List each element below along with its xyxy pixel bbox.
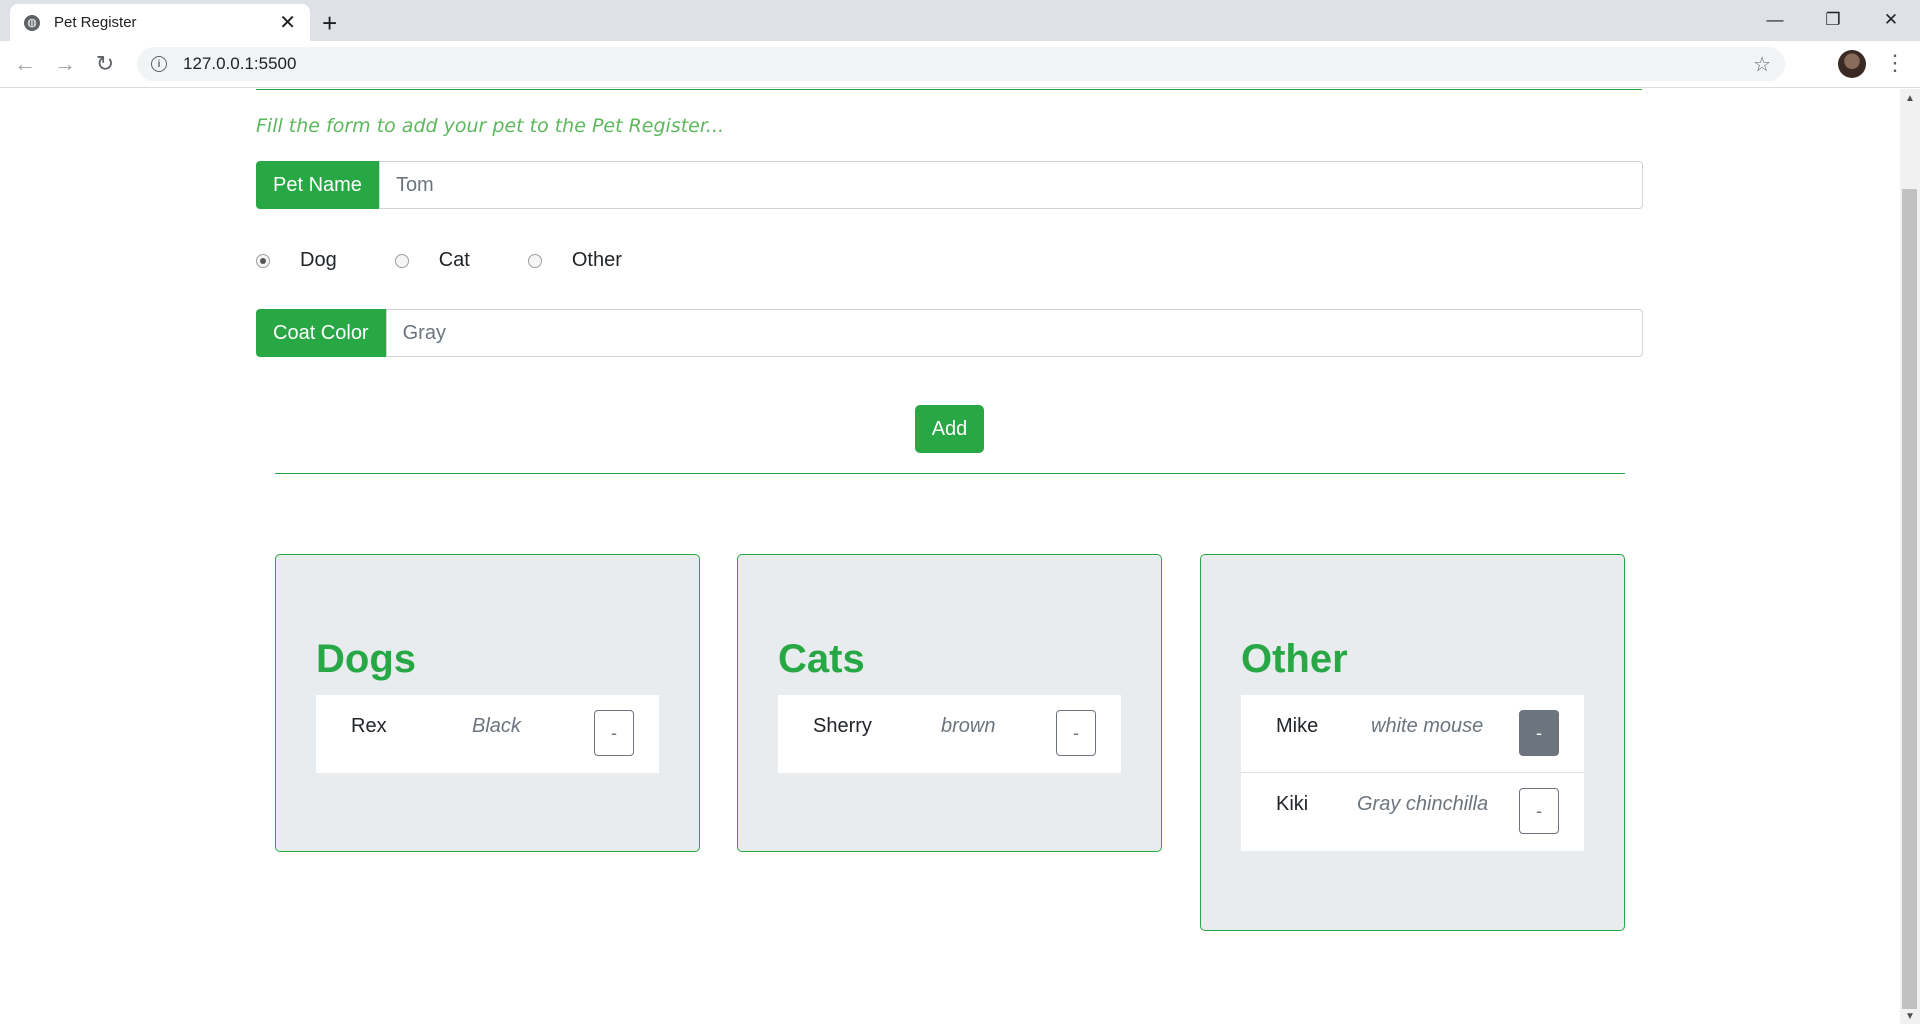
pet-name-input[interactable] [378,161,1643,209]
remove-button[interactable]: - [1056,710,1096,756]
info-icon[interactable]: i [151,56,167,72]
cats-card: Cats Sherry brown - [737,554,1162,852]
pet-name: Kiki [1276,793,1309,815]
remove-button[interactable]: - [1519,710,1559,756]
other-card: Other Mike white mouse - Kiki Gray chinc… [1200,554,1625,931]
close-tab-icon[interactable]: ✕ [279,10,296,35]
radio-button[interactable] [256,253,270,268]
coat-color-label: Coat Color [256,309,386,357]
forward-icon[interactable]: → [50,49,80,79]
radio-button[interactable] [394,253,409,268]
pet-name-group: Pet Name [256,161,1643,209]
pet-name: Mike [1276,715,1319,737]
pet-name: Sherry [813,715,872,737]
radio-label: Cat [438,249,470,271]
address-bar: ← → ↻ i 127.0.0.1:5500 ☆ ⋮ [0,41,1920,88]
radio-cat[interactable]: Cat [394,249,470,272]
radio-label: Other [571,249,622,271]
browser-tab[interactable]: ◍ Pet Register ✕ [10,4,310,41]
list-item: Mike white mouse - [1241,695,1584,773]
pet-color: Gray chinchilla [1357,793,1489,815]
tab-bar: ◍ Pet Register ✕ + — ❐ ✕ [0,0,1920,41]
divider [275,473,1625,474]
divider [256,89,1642,90]
card-title: Cats [778,637,865,681]
globe-icon: ◍ [24,14,40,31]
back-icon[interactable]: ← [10,49,40,79]
form-intro: Fill the form to add your pet to the Pet… [256,115,725,137]
page-viewport: Fill the form to add your pet to the Pet… [0,89,1900,1024]
pet-name: Rex [351,715,387,737]
scroll-thumb[interactable] [1902,189,1917,1009]
pet-type-radios: Dog Cat Other [256,249,680,272]
radio-button[interactable] [527,253,542,268]
pet-color: brown [941,715,996,737]
bookmark-star-icon[interactable]: ☆ [1753,52,1771,77]
radio-dog[interactable]: Dog [256,249,337,272]
pet-list: Rex Black - [316,695,659,773]
card-title: Dogs [316,637,416,681]
list-item: Kiki Gray chinchilla - [1241,773,1584,851]
pet-list: Sherry brown - [778,695,1121,773]
new-tab-icon[interactable]: + [322,8,337,39]
scroll-up-icon[interactable]: ▲ [1905,93,1915,104]
window-controls: — ❐ ✕ [1746,0,1920,40]
add-button[interactable]: Add [915,405,984,453]
close-window-icon[interactable]: ✕ [1862,0,1920,40]
tab-title: Pet Register [54,14,137,31]
dogs-card: Dogs Rex Black - [275,554,700,852]
pet-name-label: Pet Name [256,161,379,209]
restore-icon[interactable]: ❐ [1804,0,1862,40]
radio-other[interactable]: Other [527,249,622,272]
pet-color: Black [472,715,521,737]
list-item: Rex Black - [316,695,659,773]
minimize-icon[interactable]: — [1746,0,1804,40]
url-text[interactable]: 127.0.0.1:5500 [183,54,1753,74]
radio-label: Dog [300,249,337,271]
reload-icon[interactable]: ↻ [90,49,120,79]
card-title: Other [1241,637,1348,681]
pet-color: white mouse [1371,715,1484,737]
coat-color-input[interactable] [385,309,1643,357]
menu-icon[interactable]: ⋮ [1884,50,1906,76]
profile-avatar[interactable] [1838,50,1866,78]
list-item: Sherry brown - [778,695,1121,773]
omnibox[interactable]: i 127.0.0.1:5500 ☆ [137,47,1785,81]
pet-list: Mike white mouse - Kiki Gray chinchilla … [1241,695,1584,851]
scrollbar[interactable]: ▲ ▼ [1900,89,1920,1024]
scroll-down-icon[interactable]: ▼ [1905,1011,1915,1022]
remove-button[interactable]: - [594,710,634,756]
coat-color-group: Coat Color [256,309,1643,357]
remove-button[interactable]: - [1519,788,1559,834]
